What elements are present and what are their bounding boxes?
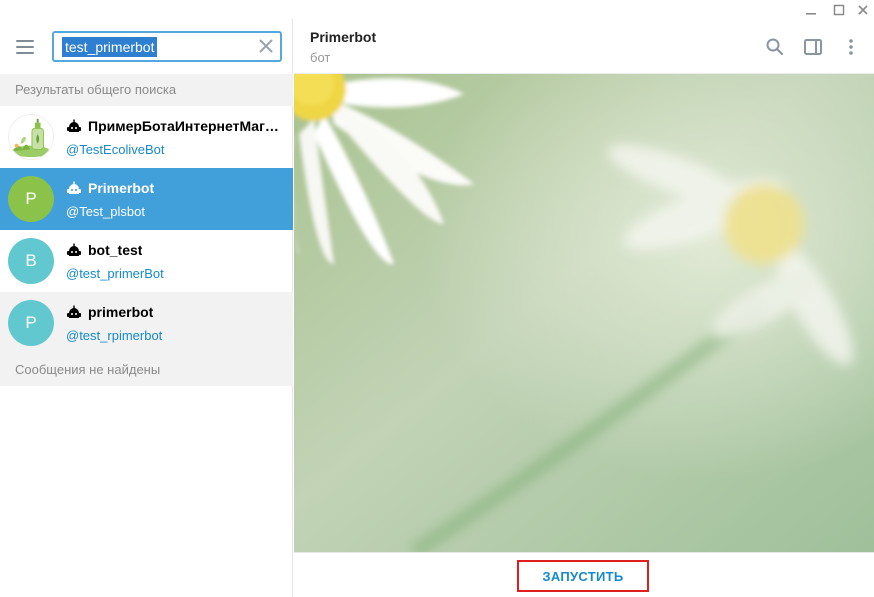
result-title: Primerbot <box>66 179 286 197</box>
avatar: B <box>8 238 54 284</box>
bot-icon <box>67 181 81 194</box>
search-input[interactable]: test_primerbot <box>62 37 158 57</box>
bot-icon <box>67 305 81 318</box>
menu-icon[interactable] <box>11 33 39 61</box>
chat-status: бот <box>310 50 331 65</box>
avatar: P <box>8 300 54 346</box>
result-title: bot_test <box>66 241 286 259</box>
result-title: primerbot <box>66 303 286 321</box>
bot-icon <box>67 119 81 132</box>
maximize-icon[interactable] <box>826 0 851 19</box>
result-username: @test_primerBot <box>66 266 164 281</box>
search-result-item[interactable]: B bot_test @test_primerBot <box>0 230 293 292</box>
clear-icon[interactable] <box>258 38 274 54</box>
close-icon[interactable] <box>850 0 874 19</box>
no-messages-label: Сообщения не найдены <box>0 354 293 386</box>
bot-icon <box>67 243 81 256</box>
search-result-item[interactable]: ПримерБотаИнтернетМагазина @TestEcoliveB… <box>0 106 293 168</box>
result-username: @TestEcoliveBot <box>66 142 165 157</box>
global-results-label: Результаты общего поиска <box>0 74 293 106</box>
left-panel: test_primerbot Результаты общего поиска … <box>0 19 293 597</box>
chat-wallpaper <box>294 74 874 552</box>
result-username: @test_rpimerbot <box>66 328 163 343</box>
window-titlebar <box>0 0 874 19</box>
chat-title: Primerbot <box>310 29 377 45</box>
search-result-item[interactable]: P primerbot @test_rpimerbot <box>0 292 293 354</box>
result-title: ПримерБотаИнтернетМагазина <box>66 117 286 135</box>
result-username: @Test_plsbot <box>66 204 145 219</box>
chat-panel: Primerbot бот ЗАПУСТИТЬ <box>294 19 874 597</box>
left-header: test_primerbot <box>0 19 293 74</box>
search-field[interactable]: test_primerbot <box>52 31 282 62</box>
more-icon[interactable] <box>839 35 863 59</box>
avatar <box>8 114 54 160</box>
bottom-bar: ЗАПУСТИТЬ <box>294 552 874 597</box>
chat-header[interactable]: Primerbot бот <box>294 19 874 74</box>
search-result-item[interactable]: P Primerbot @Test_plsbot <box>0 168 293 230</box>
start-button[interactable]: ЗАПУСТИТЬ <box>517 560 649 592</box>
search-icon[interactable] <box>763 35 787 59</box>
sidebar-toggle-icon[interactable] <box>801 35 825 59</box>
minimize-icon[interactable] <box>798 0 823 19</box>
avatar: P <box>8 176 54 222</box>
